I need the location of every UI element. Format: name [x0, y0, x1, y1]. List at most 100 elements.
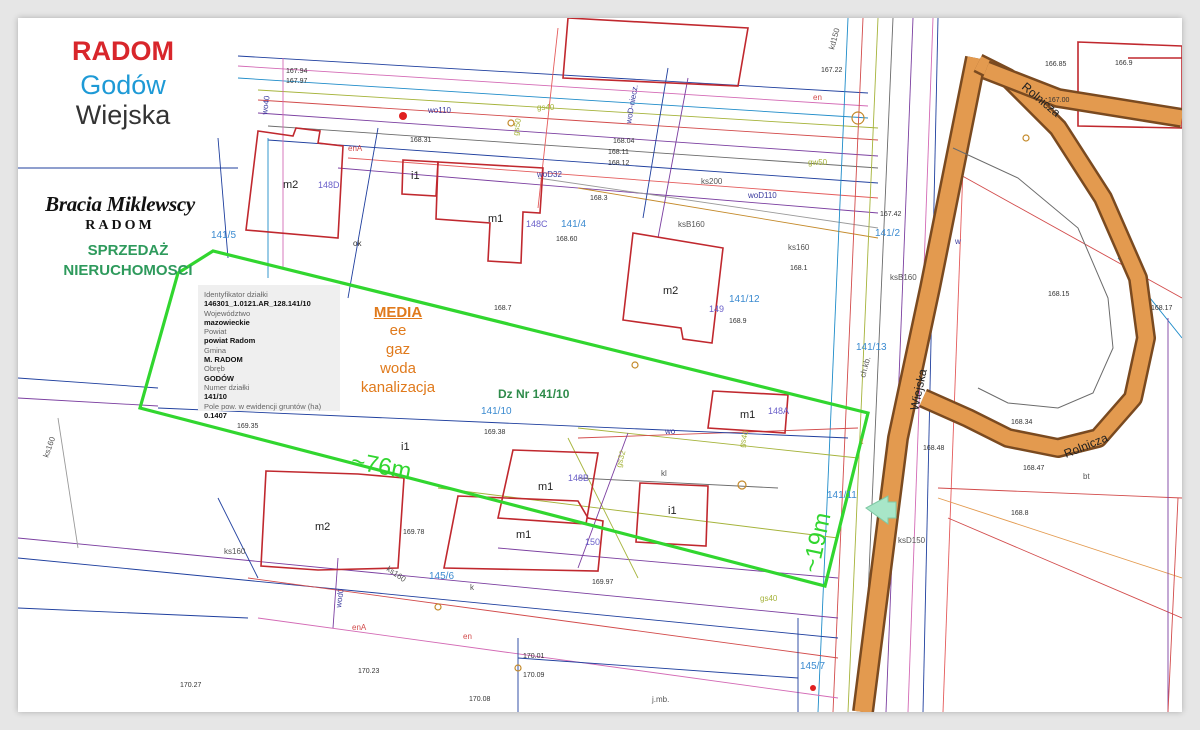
utility-label: wod0 [334, 588, 346, 610]
parcel-number: 145/6 [429, 571, 454, 582]
elevation-label: 169.97 [592, 579, 614, 586]
media-item: woda [380, 360, 416, 377]
utility-label: ok [353, 239, 362, 248]
utility-label: bt [1083, 472, 1090, 481]
elevation-label: 168.11 [608, 149, 629, 156]
building-label: i1 [668, 505, 677, 517]
agency-logo-name: Bracia Miklewscy [45, 192, 195, 216]
agency-tagline-1: SPRZEDAŻ [87, 242, 169, 259]
elevation-label: 168.12 [608, 160, 630, 167]
media-item: kanalizacja [360, 379, 436, 396]
elevation-label: 167.94 [286, 68, 308, 75]
elevation-label: 168.48 [923, 445, 945, 452]
parcel-number: 141/11 [827, 490, 857, 501]
utility-label: gs40 [537, 103, 555, 112]
utility-label: enA [352, 623, 367, 632]
info-label: Powiat [204, 327, 227, 337]
utility-label: ksB160 [890, 273, 917, 282]
elevation-label: 168.04 [613, 138, 635, 145]
city-title: RADOM [72, 36, 174, 66]
parcel-number: 141/2 [875, 228, 900, 239]
parcel-number: 141/12 [729, 294, 760, 305]
utility-label: kd150 [827, 27, 841, 51]
elevation-label: 168.15 [1048, 291, 1070, 298]
utility-label: ksD150 [898, 536, 926, 545]
info-label: Obręb [204, 364, 225, 374]
info-value: mazowieckie [204, 317, 250, 327]
utility-label: ks160 [788, 243, 810, 252]
utility-label: ks160 [41, 435, 57, 459]
info-value: GODÓW [204, 373, 234, 383]
elevation-label: 170.23 [358, 668, 380, 675]
building-label: m1 [538, 481, 553, 493]
elevation-label: 168.8 [1011, 510, 1029, 517]
info-label: Identyfikator działki [204, 290, 268, 299]
elevation-label: 170.08 [469, 696, 491, 703]
district-title: Godów [80, 70, 166, 100]
house-number: 150 [585, 537, 600, 547]
building-label: m2 [663, 285, 678, 297]
media-item: ee [389, 322, 407, 339]
utility-label: en [813, 93, 822, 102]
roads [852, 54, 1182, 712]
street-title: Wiejska [75, 100, 171, 130]
elevation-label: 167.42 [880, 211, 902, 218]
elevation-label: 167.22 [821, 67, 843, 74]
elevation-label: 167.97 [286, 78, 308, 85]
parcel-number: 141/13 [856, 342, 887, 353]
utility-label: k [470, 583, 475, 592]
info-value: 141/10 [204, 392, 227, 402]
utility-label: gs32 [614, 449, 627, 469]
building-label: i1 [401, 441, 410, 453]
elevation-label: 169.78 [403, 529, 425, 536]
elevation-label: 168.9 [729, 318, 747, 325]
utility-label: gw50 [808, 158, 828, 167]
utility-label: wo110 [427, 106, 452, 115]
elevation-label: 169.35 [237, 423, 259, 430]
utility-label: w [954, 237, 961, 246]
building-outline [401, 159, 439, 197]
info-value: M. RADOM [204, 355, 243, 365]
house-number: 148A [768, 406, 789, 416]
parcel-number: 141/4 [561, 219, 586, 230]
plot-length-label: ~76m [349, 447, 414, 485]
building-outline [260, 470, 405, 571]
building-label: m2 [283, 179, 298, 191]
elevation-label: 170.27 [180, 682, 202, 689]
utility-label: ks160 [224, 547, 246, 556]
elevation-label: 166.9 [1115, 60, 1133, 67]
building-label: m1 [740, 409, 755, 421]
elevation-label: 170.01 [523, 653, 545, 660]
info-label: Gmina [204, 345, 227, 355]
building-label: m1 [516, 529, 531, 541]
plot-number-label: Dz Nr 141/10 [498, 387, 570, 401]
elevation-label: 168.3 [590, 195, 608, 202]
utility-label: woD110 [747, 191, 777, 200]
utility-label: t [861, 437, 864, 446]
elevation-label: 169.38 [484, 429, 506, 436]
utility-label: en [463, 632, 472, 641]
building-outline [562, 18, 749, 87]
building-label: m1 [488, 213, 503, 225]
utility-label: ksB160 [678, 220, 705, 229]
media-item: gaz [385, 341, 411, 358]
elevation-label: 168.7 [494, 305, 512, 312]
utility-label: gs50 [511, 117, 523, 136]
house-number: 148B [568, 473, 589, 483]
info-label: Numer działki [204, 382, 250, 392]
utility-label: wo [664, 427, 676, 436]
elevation-label: 168.17 [1151, 305, 1173, 312]
house-number: 148D [318, 180, 340, 190]
media-box: MEDIA ee gaz woda kanalizacja [338, 304, 458, 397]
elevation-label: 168.34 [1011, 419, 1033, 426]
building-label: i1 [411, 170, 420, 182]
utility-label: wo40 [260, 95, 272, 117]
elevation-label: 166.85 [1045, 61, 1067, 68]
elevation-label: 170.09 [523, 672, 545, 679]
house-number: 149 [709, 304, 724, 314]
building-label: m2 [315, 521, 330, 533]
utility-label: woD-niecz. [624, 84, 640, 126]
elevation-label: 168.31 [410, 137, 432, 144]
info-value: 0.1407 [204, 410, 227, 420]
elevation-label: 168.1 [790, 265, 808, 272]
